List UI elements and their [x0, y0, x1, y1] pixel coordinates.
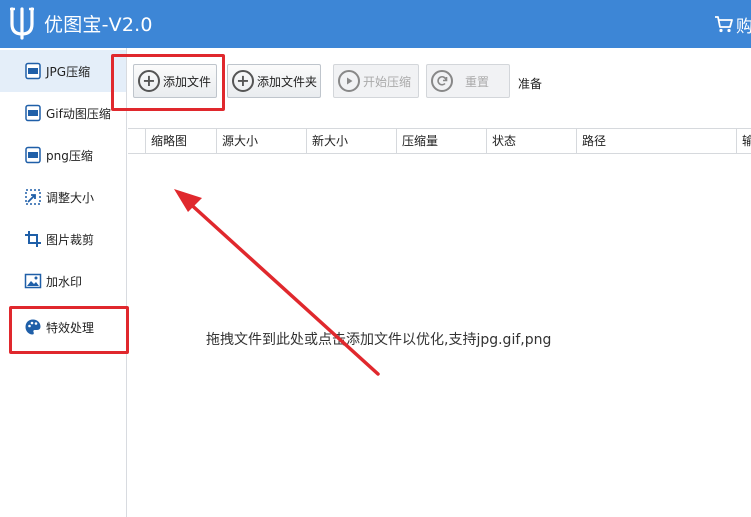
- drop-hint: 拖拽文件到此处或点击添加文件以优化,支持jpg.gif,png: [206, 332, 552, 348]
- jpg-file-icon: [23, 61, 43, 81]
- png-file-icon: [23, 145, 43, 165]
- column-header-select[interactable]: [128, 129, 145, 153]
- column-header-new-size[interactable]: 新大小: [306, 129, 396, 153]
- column-header-path[interactable]: 路径: [576, 129, 736, 153]
- sidebar-item-label: png压缩: [46, 148, 93, 163]
- title-bar: 优图宝-V2.0 购: [0, 0, 751, 48]
- sidebar-item-label: 图片裁剪: [46, 232, 95, 247]
- cart-icon: [715, 16, 733, 33]
- column-header-compression[interactable]: 压缩量: [396, 129, 486, 153]
- add-file-button[interactable]: + 添加文件: [133, 64, 217, 98]
- sidebar-item-label: Gif动图压缩: [46, 106, 111, 121]
- sidebar-item-gif-compress[interactable]: Gif动图压缩: [0, 92, 126, 134]
- sidebar: JPG压缩 Gif动图压缩 png压缩 调整大小 图片裁剪 加水印 特效处理: [0, 48, 127, 517]
- add-file-label: 添加文件: [163, 74, 212, 89]
- reset-label: 重置: [465, 74, 490, 89]
- plus-circle-icon: +: [232, 70, 254, 92]
- sidebar-item-crop[interactable]: 图片裁剪: [0, 218, 126, 260]
- column-header-status[interactable]: 状态: [486, 129, 576, 153]
- sidebar-item-label: 特效处理: [46, 320, 95, 335]
- app-logo-icon: [10, 7, 34, 40]
- toolbar: + 添加文件 + 添加文件夹 开始压缩 重置 准备: [128, 48, 751, 126]
- palette-icon: [23, 317, 43, 337]
- gif-file-icon: [23, 103, 43, 123]
- sidebar-item-png-compress[interactable]: png压缩: [0, 134, 126, 176]
- start-compress-label: 开始压缩: [363, 74, 412, 89]
- cart-button[interactable]: 购: [714, 12, 751, 37]
- sidebar-item-resize[interactable]: 调整大小: [0, 176, 126, 218]
- column-header-output[interactable]: 输: [736, 129, 751, 153]
- reset-button[interactable]: 重置: [426, 64, 510, 98]
- plus-circle-icon: +: [138, 70, 160, 92]
- crop-icon: [23, 229, 43, 249]
- start-compress-button[interactable]: 开始压缩: [333, 64, 419, 98]
- status-text: 准备: [518, 77, 543, 91]
- cart-label: 购: [736, 16, 751, 37]
- resize-icon: [23, 187, 43, 207]
- watermark-icon: [23, 271, 43, 291]
- app-title: 优图宝-V2.0: [44, 14, 153, 36]
- column-header-thumbnail[interactable]: 缩略图: [145, 129, 216, 153]
- play-circle-icon: [338, 70, 360, 92]
- sidebar-item-watermark[interactable]: 加水印: [0, 260, 126, 302]
- column-header-source-size[interactable]: 源大小: [216, 129, 306, 153]
- sidebar-item-label: 调整大小: [46, 190, 95, 205]
- sidebar-item-label: 加水印: [46, 274, 83, 289]
- sidebar-item-label: JPG压缩: [46, 64, 91, 79]
- sidebar-item-jpg-compress[interactable]: JPG压缩: [0, 50, 126, 92]
- sidebar-item-effects[interactable]: 特效处理: [0, 306, 126, 348]
- refresh-icon: [431, 70, 453, 92]
- file-drop-zone[interactable]: 拖拽文件到此处或点击添加文件以优化,支持jpg.gif,png: [128, 155, 751, 517]
- add-folder-label: 添加文件夹: [257, 74, 318, 89]
- file-table-header: 缩略图 源大小 新大小 压缩量 状态 路径 输: [128, 128, 751, 154]
- add-folder-button[interactable]: + 添加文件夹: [227, 64, 321, 98]
